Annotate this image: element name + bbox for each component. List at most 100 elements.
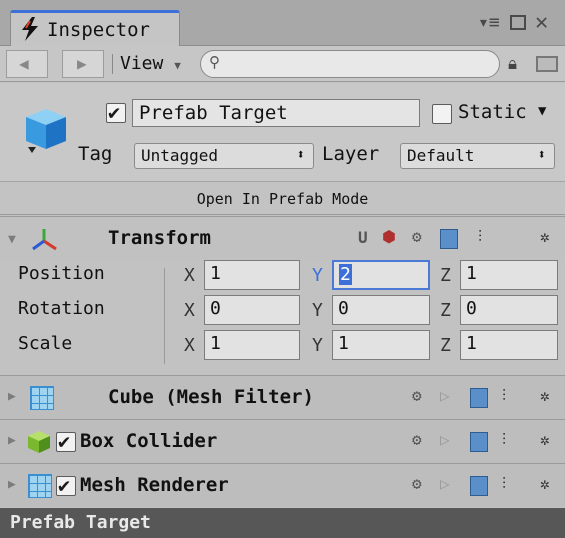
presets-icon[interactable]: ⫶ (502, 386, 506, 406)
object-name-field[interactable]: Prefab Target (132, 99, 420, 127)
presets-icon[interactable]: ⫶ (478, 227, 482, 247)
rotation-z-field[interactable]: 0 (460, 295, 558, 325)
static-dropdown-icon[interactable]: ▼ (538, 103, 546, 119)
axis-x-label: X (184, 335, 195, 356)
view-label: View (120, 53, 164, 74)
component-menu-icon[interactable]: ✲ (540, 386, 550, 405)
forward-button[interactable]: ▶ (62, 50, 104, 78)
position-label: Position (18, 263, 105, 284)
transform-body: Position X 1 Y 2 Z 1 Rotation X 0 Y 0 Z … (0, 260, 565, 372)
position-z-field[interactable]: 1 (460, 260, 558, 290)
axis-z-label: Z (440, 335, 451, 356)
layer-label: Layer (322, 143, 380, 165)
help-icon[interactable] (470, 388, 488, 408)
axis-y-label: Y (312, 265, 323, 286)
rotation-y-field[interactable]: 0 (332, 295, 430, 325)
u-icon[interactable]: U (358, 228, 368, 247)
prefab-icon[interactable]: ⬢ (382, 227, 396, 246)
settings-gear-icon[interactable]: ⚙ (412, 227, 422, 246)
checkmark-icon: ✔ (58, 429, 71, 453)
tab-inspector[interactable]: Inspector (10, 10, 180, 46)
presets-icon[interactable]: ⫶ (502, 430, 506, 450)
mesh-renderer-icon (28, 474, 52, 498)
box-collider-title: Box Collider (80, 430, 218, 452)
box-collider-enabled-checkbox[interactable]: ✔ (56, 429, 76, 453)
transform-icon (32, 229, 57, 251)
position-y-field[interactable]: 2 (332, 260, 430, 290)
mesh-filter-header[interactable]: ▶ Cube (Mesh Filter) ⚙ ▷ ⫶ ✲ (0, 375, 565, 419)
expand-triangle-icon[interactable]: ▶ (8, 477, 16, 492)
chevron-down-icon: ▼ (174, 59, 181, 72)
tag-value: Untagged (141, 146, 219, 165)
static-label: Static (458, 101, 527, 123)
view-dropdown[interactable]: View ▼ (120, 53, 181, 74)
scale-label: Scale (18, 333, 73, 354)
mesh-renderer-title: Mesh Renderer (80, 474, 229, 496)
axis-y-label: Y (312, 335, 323, 356)
rotation-x-field[interactable]: 0 (204, 295, 300, 325)
back-button[interactable]: ◀ (6, 50, 48, 78)
layer-dropdown[interactable]: Default ⬍ (400, 143, 555, 169)
play-icon[interactable]: ▷ (440, 430, 450, 449)
box-collider-icon (28, 431, 50, 453)
scale-x-field[interactable]: 1 (204, 330, 300, 360)
divider (164, 268, 165, 364)
search-input[interactable]: ⚲ (200, 50, 500, 78)
component-menu-icon[interactable]: ✲ (540, 430, 550, 449)
mesh-renderer-enabled-checkbox[interactable]: ✔ (56, 473, 76, 497)
layer-value: Default (407, 146, 475, 165)
play-icon[interactable]: ▷ (440, 386, 450, 405)
axis-y-label: Y (312, 300, 323, 321)
tab-label: Inspector (47, 19, 150, 41)
scale-z-field[interactable]: 1 (460, 330, 558, 360)
box-collider-header[interactable]: ▶ ✔ Box Collider ⚙ ▷ ⫶ ✲ (0, 419, 565, 463)
tag-label: Tag (78, 143, 113, 165)
preview-bar[interactable]: Prefab Target (0, 508, 565, 538)
lock-icon[interactable]: 🔒︎ (508, 54, 517, 74)
open-prefab-mode-button[interactable]: Open In Prefab Mode (0, 181, 565, 215)
play-icon[interactable]: ▷ (440, 474, 450, 493)
rotation-label: Rotation (18, 298, 105, 319)
position-y-value: 2 (339, 264, 352, 285)
preview-title: Prefab Target (10, 512, 151, 533)
settings-gear-icon[interactable]: ⚙ (412, 386, 422, 405)
transform-title: Transform (108, 227, 211, 249)
checkmark-icon: ✔ (108, 100, 121, 124)
settings-gear-icon[interactable]: ⚙ (412, 474, 422, 493)
dropdown-arrows-icon: ⬍ (537, 147, 546, 163)
checkmark-icon: ✔ (58, 473, 71, 497)
divider (112, 54, 113, 74)
axis-z-label: Z (440, 300, 451, 321)
inspector-icon (22, 17, 38, 41)
tag-dropdown[interactable]: Untagged ⬍ (134, 143, 314, 169)
close-icon[interactable]: ✕ (535, 10, 548, 35)
expand-triangle-icon[interactable]: ▼ (8, 232, 16, 247)
static-checkbox[interactable] (432, 104, 452, 124)
dropdown-arrows-icon: ⬍ (296, 147, 305, 163)
mesh-renderer-header[interactable]: ▶ ✔ Mesh Renderer ⚙ ▷ ⫶ ✲ (0, 463, 565, 507)
game-object-icon (26, 109, 66, 153)
maximize-icon[interactable] (510, 15, 526, 30)
transform-header[interactable]: ▼ Transform U ⬢ ⚙ ⫶ ✲ (0, 216, 565, 260)
debug-menu-icon[interactable] (536, 56, 558, 72)
position-x-field[interactable]: 1 (204, 260, 300, 290)
presets-icon[interactable]: ⫶ (502, 474, 506, 494)
expand-triangle-icon[interactable]: ▶ (8, 433, 16, 448)
help-icon[interactable] (470, 432, 488, 452)
axis-z-label: Z (440, 265, 451, 286)
component-menu-icon[interactable]: ✲ (540, 227, 550, 246)
toolbar: ◀ ▶ View ▼ ⚲ 🔒︎ (0, 46, 565, 82)
mesh-filter-icon (30, 386, 54, 410)
axis-x-label: X (184, 300, 195, 321)
search-icon: ⚲ (209, 53, 220, 71)
scale-y-field[interactable]: 1 (332, 330, 430, 360)
expand-triangle-icon[interactable]: ▶ (8, 389, 16, 404)
active-checkbox[interactable]: ✔ (106, 100, 126, 124)
component-menu-icon[interactable]: ✲ (540, 474, 550, 493)
tab-bar: Inspector ▾≡ ✕ (0, 0, 565, 46)
settings-gear-icon[interactable]: ⚙ (412, 430, 422, 449)
help-icon[interactable] (440, 229, 458, 249)
help-icon[interactable] (470, 476, 488, 496)
mesh-filter-title: Cube (Mesh Filter) (108, 386, 314, 408)
menu-icon[interactable]: ▾≡ (478, 12, 500, 33)
